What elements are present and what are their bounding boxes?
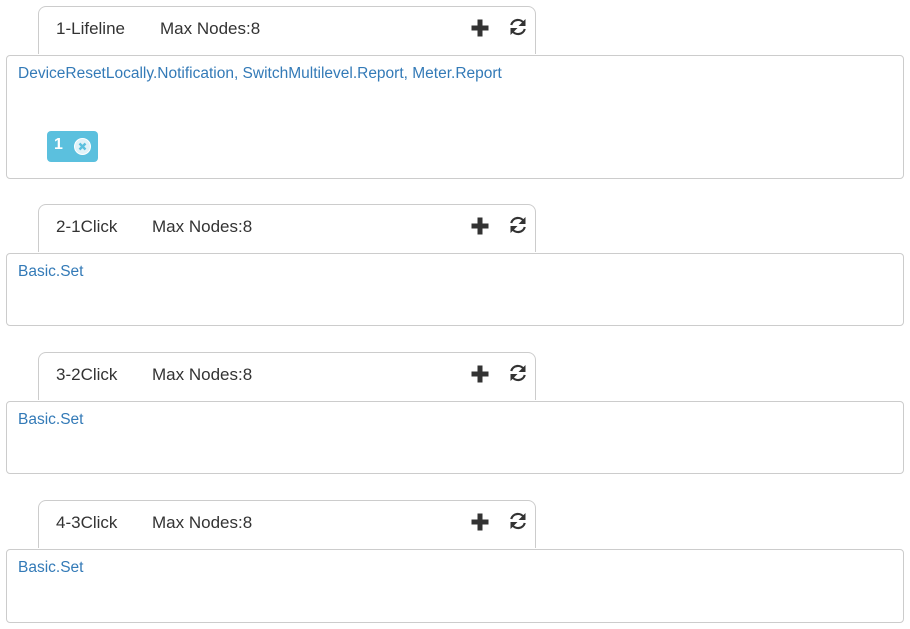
- add-node-button[interactable]: [470, 18, 490, 38]
- remove-node-button[interactable]: [74, 138, 91, 155]
- plus-icon: [471, 513, 489, 531]
- plus-icon: [471, 365, 489, 383]
- group-panel: DeviceResetLocally.Notification, SwitchM…: [6, 55, 904, 179]
- refresh-icon: [510, 18, 526, 36]
- add-node-button[interactable]: [470, 364, 490, 384]
- refresh-icon: [510, 216, 526, 234]
- add-node-button[interactable]: [470, 512, 490, 532]
- group-tab: 4-3Click Max Nodes:8: [38, 500, 536, 548]
- group-panel: Basic.Set: [6, 401, 904, 474]
- group-name: 3-2Click: [56, 365, 118, 384]
- plus-icon: [471, 217, 489, 235]
- refresh-button[interactable]: [508, 363, 528, 383]
- max-nodes-label: Max Nodes:8: [160, 19, 261, 38]
- group-panel: Basic.Set: [6, 549, 904, 623]
- refresh-button[interactable]: [508, 215, 528, 235]
- command-classes[interactable]: DeviceResetLocally.Notification, SwitchM…: [18, 65, 502, 83]
- max-nodes-label: Max Nodes:8: [152, 217, 253, 236]
- command-classes[interactable]: Basic.Set: [18, 263, 83, 281]
- refresh-button[interactable]: [508, 17, 528, 37]
- association-group-3: 3-2Click Max Nodes:8 Basic.Set: [0, 352, 910, 476]
- add-node-button[interactable]: [470, 216, 490, 236]
- association-group-4: 4-3Click Max Nodes:8 Basic.Set: [0, 500, 910, 624]
- group-name: 1-Lifeline: [56, 19, 125, 38]
- max-nodes-label: Max Nodes:8: [152, 365, 253, 384]
- remove-circle-icon: [74, 138, 91, 155]
- command-classes[interactable]: Basic.Set: [18, 559, 83, 577]
- group-panel: Basic.Set: [6, 253, 904, 326]
- group-tab: 3-2Click Max Nodes:8: [38, 352, 536, 400]
- association-group-2: 2-1Click Max Nodes:8 Basic.Set: [0, 204, 910, 328]
- max-nodes-label: Max Nodes:8: [152, 513, 253, 532]
- group-tab: 2-1Click Max Nodes:8: [38, 204, 536, 252]
- refresh-icon: [510, 364, 526, 382]
- group-name: 4-3Click: [56, 513, 118, 532]
- node-id: 1: [54, 136, 63, 153]
- plus-icon: [471, 19, 489, 37]
- command-classes[interactable]: Basic.Set: [18, 411, 83, 429]
- group-tab: 1-Lifeline Max Nodes:8: [38, 6, 536, 54]
- group-name: 2-1Click: [56, 217, 118, 236]
- node-badge: 1: [47, 131, 98, 162]
- association-group-1: 1-Lifeline Max Nodes:8 DeviceResetLocall…: [0, 6, 910, 180]
- refresh-button[interactable]: [508, 511, 528, 531]
- refresh-icon: [510, 512, 526, 530]
